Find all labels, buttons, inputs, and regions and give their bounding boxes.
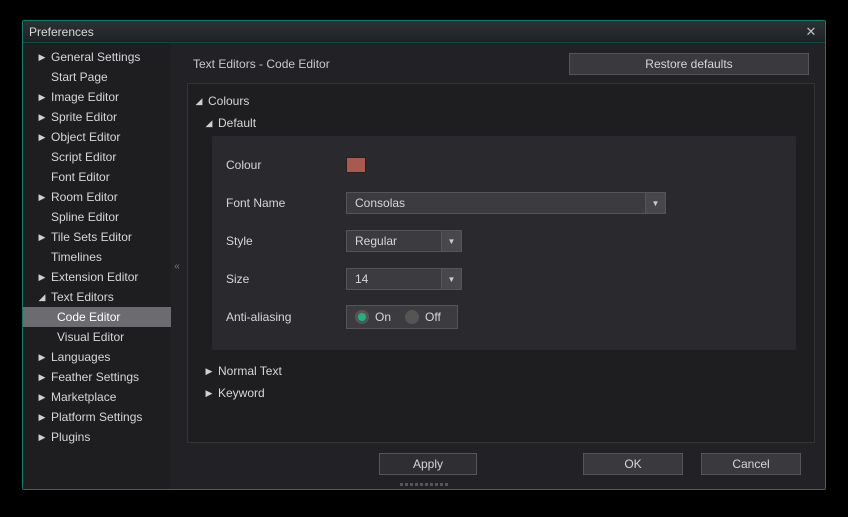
label-colour: Colour: [226, 158, 346, 172]
chevron-right-icon: ▶: [37, 92, 47, 102]
chevron-right-icon: ▶: [37, 192, 47, 202]
chevron-right-icon: ▶: [37, 372, 47, 382]
chevron-right-icon: ▶: [37, 272, 47, 282]
chevron-right-icon: ▶: [37, 392, 47, 402]
sidebar-item-sprite-editor[interactable]: ▶Sprite Editor: [23, 107, 171, 127]
sidebar-item-extension-editor[interactable]: ▶Extension Editor: [23, 267, 171, 287]
sidebar-item-spline-editor[interactable]: Spline Editor: [23, 207, 171, 227]
label-size: Size: [226, 272, 346, 286]
sidebar-item-image-editor[interactable]: ▶Image Editor: [23, 87, 171, 107]
section-default[interactable]: ◢ Default: [192, 112, 806, 134]
chevron-right-icon: ▶: [37, 52, 47, 62]
row-colour: Colour: [226, 146, 782, 184]
style-dropdown[interactable]: Regular ▼: [346, 230, 462, 252]
main-header: Text Editors - Code Editor Restore defau…: [183, 47, 819, 83]
label-anti-aliasing: Anti-aliasing: [226, 310, 346, 324]
sidebar-item-text-editors[interactable]: ◢Text Editors: [23, 287, 171, 307]
preferences-window: Preferences ✕ ▶General Settings Start Pa…: [22, 20, 826, 490]
sidebar-item-font-editor[interactable]: Font Editor: [23, 167, 171, 187]
chevron-right-icon: ▶: [37, 132, 47, 142]
sidebar-item-tile-sets-editor[interactable]: ▶Tile Sets Editor: [23, 227, 171, 247]
close-icon[interactable]: ✕: [803, 24, 819, 40]
chevron-right-icon: ▶: [37, 412, 47, 422]
cancel-button[interactable]: Cancel: [701, 453, 801, 475]
sidebar-item-plugins[interactable]: ▶Plugins: [23, 427, 171, 447]
section-keyword[interactable]: ▶ Keyword: [192, 382, 806, 404]
restore-defaults-button[interactable]: Restore defaults: [569, 53, 809, 75]
sidebar-item-object-editor[interactable]: ▶Object Editor: [23, 127, 171, 147]
row-size: Size 14 ▼: [226, 260, 782, 298]
colour-swatch[interactable]: [346, 157, 366, 173]
splitter-handle[interactable]: «: [171, 43, 183, 489]
chevron-right-icon: ▶: [37, 232, 47, 242]
default-form: Colour Font Name Consolas ▼ Style Regu: [212, 136, 796, 350]
window-title: Preferences: [29, 25, 94, 39]
apply-button[interactable]: Apply: [379, 453, 477, 475]
section-normal-text[interactable]: ▶ Normal Text: [192, 360, 806, 382]
row-font-name: Font Name Consolas ▼: [226, 184, 782, 222]
resize-grip[interactable]: [379, 483, 469, 487]
anti-aliasing-radio-group: On Off: [346, 305, 458, 329]
radio-on[interactable]: [355, 310, 369, 324]
sidebar-item-feather-settings[interactable]: ▶Feather Settings: [23, 367, 171, 387]
sidebar-item-timelines[interactable]: Timelines: [23, 247, 171, 267]
row-style: Style Regular ▼: [226, 222, 782, 260]
breadcrumb: Text Editors - Code Editor: [193, 57, 330, 71]
window-body: ▶General Settings Start Page ▶Image Edit…: [23, 43, 825, 489]
chevron-down-icon: ◢: [204, 118, 214, 128]
chevron-down-icon: ◢: [37, 292, 47, 302]
chevron-down-icon: ▼: [441, 269, 461, 289]
footer: Apply OK Cancel: [183, 443, 819, 485]
chevron-down-icon: ▼: [441, 231, 461, 251]
chevron-right-icon: ▶: [37, 432, 47, 442]
sidebar-item-visual-editor[interactable]: Visual Editor: [23, 327, 171, 347]
sidebar-item-script-editor[interactable]: Script Editor: [23, 147, 171, 167]
chevron-right-icon: ▶: [37, 352, 47, 362]
sidebar-item-platform-settings[interactable]: ▶Platform Settings: [23, 407, 171, 427]
sidebar-item-start-page[interactable]: Start Page: [23, 67, 171, 87]
sidebar[interactable]: ▶General Settings Start Page ▶Image Edit…: [23, 43, 171, 489]
radio-off[interactable]: [405, 310, 419, 324]
chevron-right-icon: ▶: [204, 388, 214, 398]
titlebar: Preferences ✕: [23, 21, 825, 43]
sidebar-item-room-editor[interactable]: ▶Room Editor: [23, 187, 171, 207]
label-font-name: Font Name: [226, 196, 346, 210]
chevron-right-icon: ▶: [204, 366, 214, 376]
section-colours[interactable]: ◢ Colours: [192, 90, 806, 112]
chevron-down-icon: ▼: [645, 193, 665, 213]
main-panel: Text Editors - Code Editor Restore defau…: [183, 43, 825, 489]
font-name-dropdown[interactable]: Consolas ▼: [346, 192, 666, 214]
row-anti-aliasing: Anti-aliasing On Off: [226, 298, 782, 336]
sidebar-item-marketplace[interactable]: ▶Marketplace: [23, 387, 171, 407]
chevron-right-icon: ▶: [37, 112, 47, 122]
chevron-down-icon: ◢: [194, 96, 204, 106]
sidebar-item-languages[interactable]: ▶Languages: [23, 347, 171, 367]
sidebar-item-code-editor[interactable]: Code Editor: [23, 307, 171, 327]
size-dropdown[interactable]: 14 ▼: [346, 268, 462, 290]
label-style: Style: [226, 234, 346, 248]
ok-button[interactable]: OK: [583, 453, 683, 475]
content-area[interactable]: ◢ Colours ◢ Default Colour Font Name: [187, 83, 815, 443]
sidebar-item-general-settings[interactable]: ▶General Settings: [23, 47, 171, 67]
